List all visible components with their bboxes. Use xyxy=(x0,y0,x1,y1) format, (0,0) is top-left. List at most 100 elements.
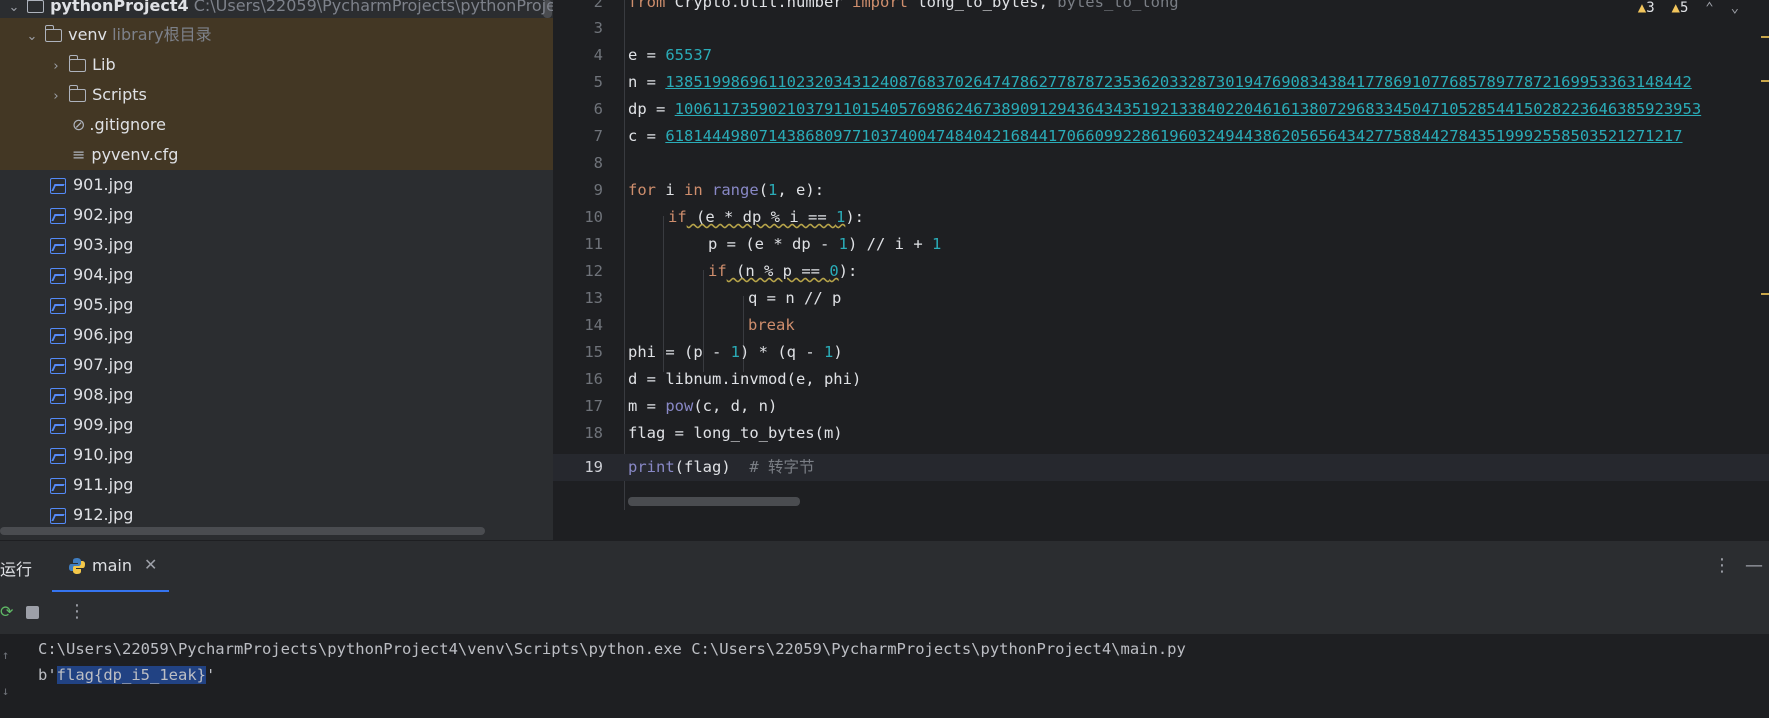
code-token: ) // i + xyxy=(848,235,932,253)
code-line: 15 phi = (p - 1) * (q - 1) xyxy=(553,339,1769,366)
code-token: bytes_to_long xyxy=(1057,0,1179,11)
line-number: 5 xyxy=(593,73,603,91)
code-token: phi = (p - xyxy=(628,343,731,361)
code-token: n = xyxy=(628,73,666,91)
line-number: 19 xyxy=(584,458,603,476)
arrow-down-icon[interactable]: ↓ xyxy=(2,684,9,698)
tree-item-file[interactable]: 904.jpg xyxy=(50,260,133,290)
tree-item-file[interactable]: 903.jpg xyxy=(50,230,133,260)
line-number: 17 xyxy=(584,397,603,415)
code-token: e = xyxy=(628,46,666,64)
code-token: d = libnum.invmod(e, phi) xyxy=(628,370,862,388)
tree-item-file[interactable]: 908.jpg xyxy=(50,380,133,410)
tree-item-file[interactable]: 906.jpg xyxy=(50,320,133,350)
tree-item-scripts[interactable]: › Scripts xyxy=(48,80,147,110)
output-flag-selected[interactable]: flag{dp_i5_1eak} xyxy=(56,666,206,684)
image-file-icon xyxy=(50,267,66,284)
project-horizontal-scrollbar[interactable] xyxy=(0,527,485,535)
code-token: break xyxy=(748,316,795,334)
folder-icon xyxy=(68,55,87,72)
code-token: 0 xyxy=(829,262,839,280)
tree-item-file[interactable]: 902.jpg xyxy=(50,200,133,230)
tree-item-lib[interactable]: › Lib xyxy=(48,50,116,80)
image-file-icon xyxy=(50,477,66,494)
code-token: print xyxy=(628,458,675,476)
more-actions-icon[interactable]: ⋮ xyxy=(68,601,86,622)
folder-icon xyxy=(68,85,87,102)
code-line: 8 xyxy=(553,150,1769,177)
image-file-icon xyxy=(50,297,66,314)
project-root-label: pythonProject4 xyxy=(50,0,189,15)
code-token: pow xyxy=(665,397,694,415)
code-token: 6181444980714386809771037400474840421684… xyxy=(665,127,1683,145)
file-label: 908.jpg xyxy=(73,385,134,404)
arrow-up-icon[interactable]: ↑ xyxy=(2,648,9,662)
stop-icon[interactable] xyxy=(26,606,39,619)
line-number: 2 xyxy=(593,0,603,11)
code-token: 1385199869611023203431240876837026474786… xyxy=(665,73,1692,91)
image-file-icon xyxy=(50,237,66,254)
tree-item-file[interactable]: 910.jpg xyxy=(50,440,133,470)
chevron-down-icon[interactable]: ⌄ xyxy=(24,22,40,52)
project-tool-window: ⌄ pythonProject4 C:\Users\22059\PycharmP… xyxy=(0,0,553,540)
line-number: 8 xyxy=(593,154,603,172)
tree-item-venv[interactable]: ⌄ venv library根目录 xyxy=(24,20,212,50)
line-number: 13 xyxy=(584,289,603,307)
tree-item-pyvenv[interactable]: ≡ pyvenv.cfg xyxy=(72,140,178,170)
minimize-icon[interactable]: — xyxy=(1745,555,1763,576)
code-token: ) xyxy=(833,343,843,361)
venv-label: venv xyxy=(68,25,108,44)
code-editor[interactable]: ▲3 ▲5 ⌃ ⌄ 2 from Crypto.Util.number impor… xyxy=(553,0,1769,540)
tab-main[interactable]: main ✕ xyxy=(52,541,169,593)
image-file-icon xyxy=(50,357,66,374)
more-options-icon[interactable]: ⋮ xyxy=(1713,555,1731,576)
code-token: dp = xyxy=(628,100,675,118)
tree-item-file[interactable]: 905.jpg xyxy=(50,290,133,320)
tree-item-file[interactable]: 909.jpg xyxy=(50,410,133,440)
file-label: 911.jpg xyxy=(73,475,134,494)
chevron-right-icon[interactable]: › xyxy=(48,52,64,82)
tree-item-gitignore[interactable]: ⊘ .gitignore xyxy=(72,110,166,140)
chevron-down-icon[interactable]: ⌄ xyxy=(6,0,22,23)
chevron-right-icon[interactable]: › xyxy=(48,82,64,112)
code-line: 6 dp = 1006117359021037911015405769862467… xyxy=(553,96,1769,123)
code-token: , e): xyxy=(777,181,825,199)
code-token: long_to_bytes, xyxy=(917,0,1058,11)
code-token: m = xyxy=(628,397,666,415)
editor-horizontal-scrollbar[interactable] xyxy=(628,497,800,506)
code-line: 17 m = pow(c, d, n) xyxy=(553,393,1769,420)
code-line: 7 c = 61814449807143868097710374004748404… xyxy=(553,123,1769,150)
tree-item-file[interactable]: 907.jpg xyxy=(50,350,133,380)
tree-item-file[interactable]: 901.jpg xyxy=(50,170,133,200)
close-icon[interactable]: ✕ xyxy=(144,555,157,574)
line-number: 6 xyxy=(593,100,603,118)
tree-item-label: Scripts xyxy=(92,85,147,104)
run-panel-title: 运行 xyxy=(0,560,33,579)
image-file-icon xyxy=(50,417,66,434)
code-token: 1 xyxy=(730,343,740,361)
tree-item-project-root[interactable]: ⌄ pythonProject4 C:\Users\22059\PycharmP… xyxy=(6,0,553,21)
code-token: ): xyxy=(838,262,858,280)
code-line: 4 e = 65537 xyxy=(553,42,1769,69)
console-output[interactable]: ↑ ↓ C:\Users\22059\PycharmProjects\pytho… xyxy=(0,634,1769,718)
code-line: 2 from Crypto.Util.number import long_to_… xyxy=(553,0,1769,16)
console-output-line: b'flag{dp_i5_1eak}' xyxy=(38,666,215,684)
tree-item-file[interactable]: 911.jpg xyxy=(50,470,133,500)
code-token: 1 xyxy=(835,208,846,226)
image-file-icon xyxy=(50,207,66,224)
code-line: 11 p = (e * dp - 1) // i + 1 xyxy=(553,231,1769,258)
line-number: 18 xyxy=(584,424,603,442)
image-file-icon xyxy=(50,447,66,464)
code-token: 1006117359021037911015405769862467389091… xyxy=(674,100,1702,118)
tree-item-label: Lib xyxy=(92,55,116,74)
code-token: q = n // p xyxy=(748,289,842,307)
image-file-icon xyxy=(50,387,66,404)
code-line: 16 d = libnum.invmod(e, phi) xyxy=(553,366,1769,393)
code-token: if xyxy=(708,262,727,280)
code-line: 12 if (n % p == 0): xyxy=(553,258,1769,285)
rerun-icon[interactable]: ⟳ xyxy=(0,602,13,621)
line-number: 16 xyxy=(584,370,603,388)
code-token: ) * (q - xyxy=(740,343,824,361)
code-line: 18 flag = long_to_bytes(m) xyxy=(553,420,1769,447)
